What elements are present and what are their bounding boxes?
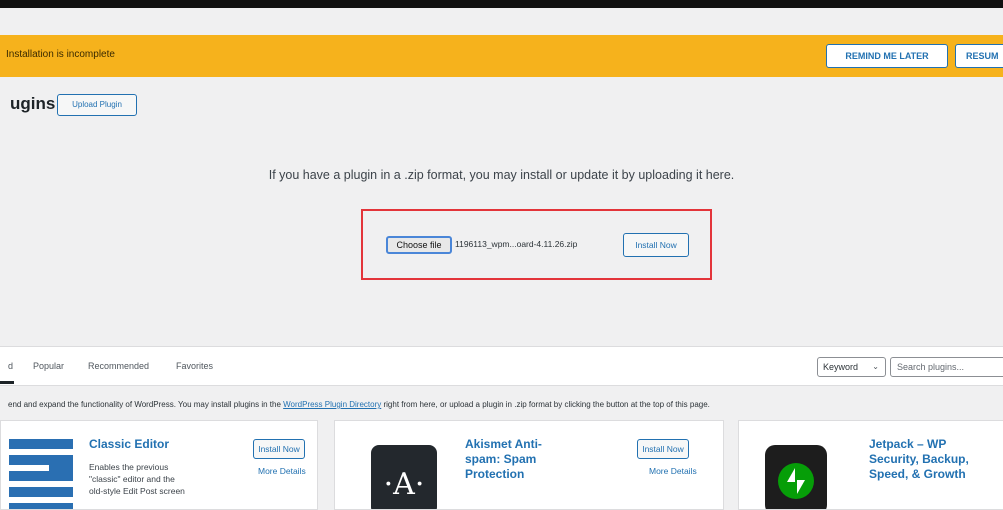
akismet-icon: ·A·	[371, 445, 437, 509]
tab-popular[interactable]: Popular	[33, 361, 64, 371]
search-plugins-input[interactable]	[890, 357, 1003, 377]
upload-help-text: If you have a plugin in a .zip format, y…	[268, 168, 735, 182]
plugin-title-line[interactable]: spam: Spam	[465, 452, 536, 467]
plugin-description-line: "classic" editor and the	[89, 474, 175, 484]
more-details-link[interactable]: More Details	[649, 466, 697, 476]
plugin-title-line[interactable]: Speed, & Growth	[869, 467, 966, 482]
plugin-title-line[interactable]: Protection	[465, 467, 524, 482]
plugin-description-line: old-style Edit Post screen	[89, 486, 185, 496]
incomplete-installation-notice: Installation is incomplete REMIND ME LAT…	[0, 35, 1003, 77]
plugin-card-classic-editor: Classic Editor Enables the previous "cla…	[0, 420, 318, 510]
choose-file-button[interactable]: Choose file	[386, 236, 452, 254]
active-tab-indicator	[0, 381, 14, 384]
plugin-title-line[interactable]: Jetpack – WP	[869, 437, 946, 452]
install-now-button[interactable]: Install Now	[623, 233, 689, 257]
tab-recommended[interactable]: Recommended	[88, 361, 149, 371]
directory-note-before: end and expand the functionality of Word…	[8, 400, 284, 409]
plugin-directory-note: end and expand the functionality of Word…	[8, 400, 710, 409]
remind-me-later-button[interactable]: REMIND ME LATER	[826, 44, 948, 68]
plugin-title-line[interactable]: Security, Backup,	[869, 452, 969, 467]
search-type-select[interactable]: Keyword ⌄	[817, 357, 886, 377]
install-now-button[interactable]: Install Now	[637, 439, 689, 459]
plugin-directory-link[interactable]: WordPress Plugin Directory	[283, 400, 381, 409]
plugin-card-akismet: ·A· Akismet Anti- spam: Spam Protection …	[334, 420, 724, 510]
browser-top-edge	[0, 0, 1003, 8]
directory-note-after: right from here, or upload a plugin in .…	[381, 400, 710, 409]
chevron-down-icon: ⌄	[872, 362, 879, 371]
plugin-filter-bar: d Popular Recommended Favorites Keyword …	[0, 346, 1003, 386]
plugin-description-line: Enables the previous	[89, 462, 169, 472]
tab-featured[interactable]: d	[8, 361, 13, 371]
search-type-value: Keyword	[823, 362, 859, 372]
page-title: ugins	[10, 94, 56, 113]
resume-button[interactable]: RESUM	[955, 44, 1003, 68]
upload-plugin-button[interactable]: Upload Plugin	[57, 94, 137, 116]
install-now-button[interactable]: Install Now	[253, 439, 305, 459]
plugin-card-jetpack: Jetpack – WP Security, Backup, Speed, & …	[738, 420, 1003, 510]
plugin-title[interactable]: Classic Editor	[89, 437, 169, 452]
classic-editor-icon	[9, 439, 73, 509]
akismet-logo-glyph: ·A·	[383, 467, 425, 502]
selected-filename: 1196113_wpm...oard-4.11.26.zip	[455, 239, 578, 249]
tab-favorites[interactable]: Favorites	[176, 361, 213, 371]
plugin-title-line[interactable]: Akismet Anti-	[465, 437, 542, 452]
jetpack-bolt-icon	[787, 468, 805, 494]
notice-text: Installation is incomplete	[6, 49, 115, 60]
more-details-link[interactable]: More Details	[258, 466, 306, 476]
jetpack-icon	[765, 445, 827, 509]
